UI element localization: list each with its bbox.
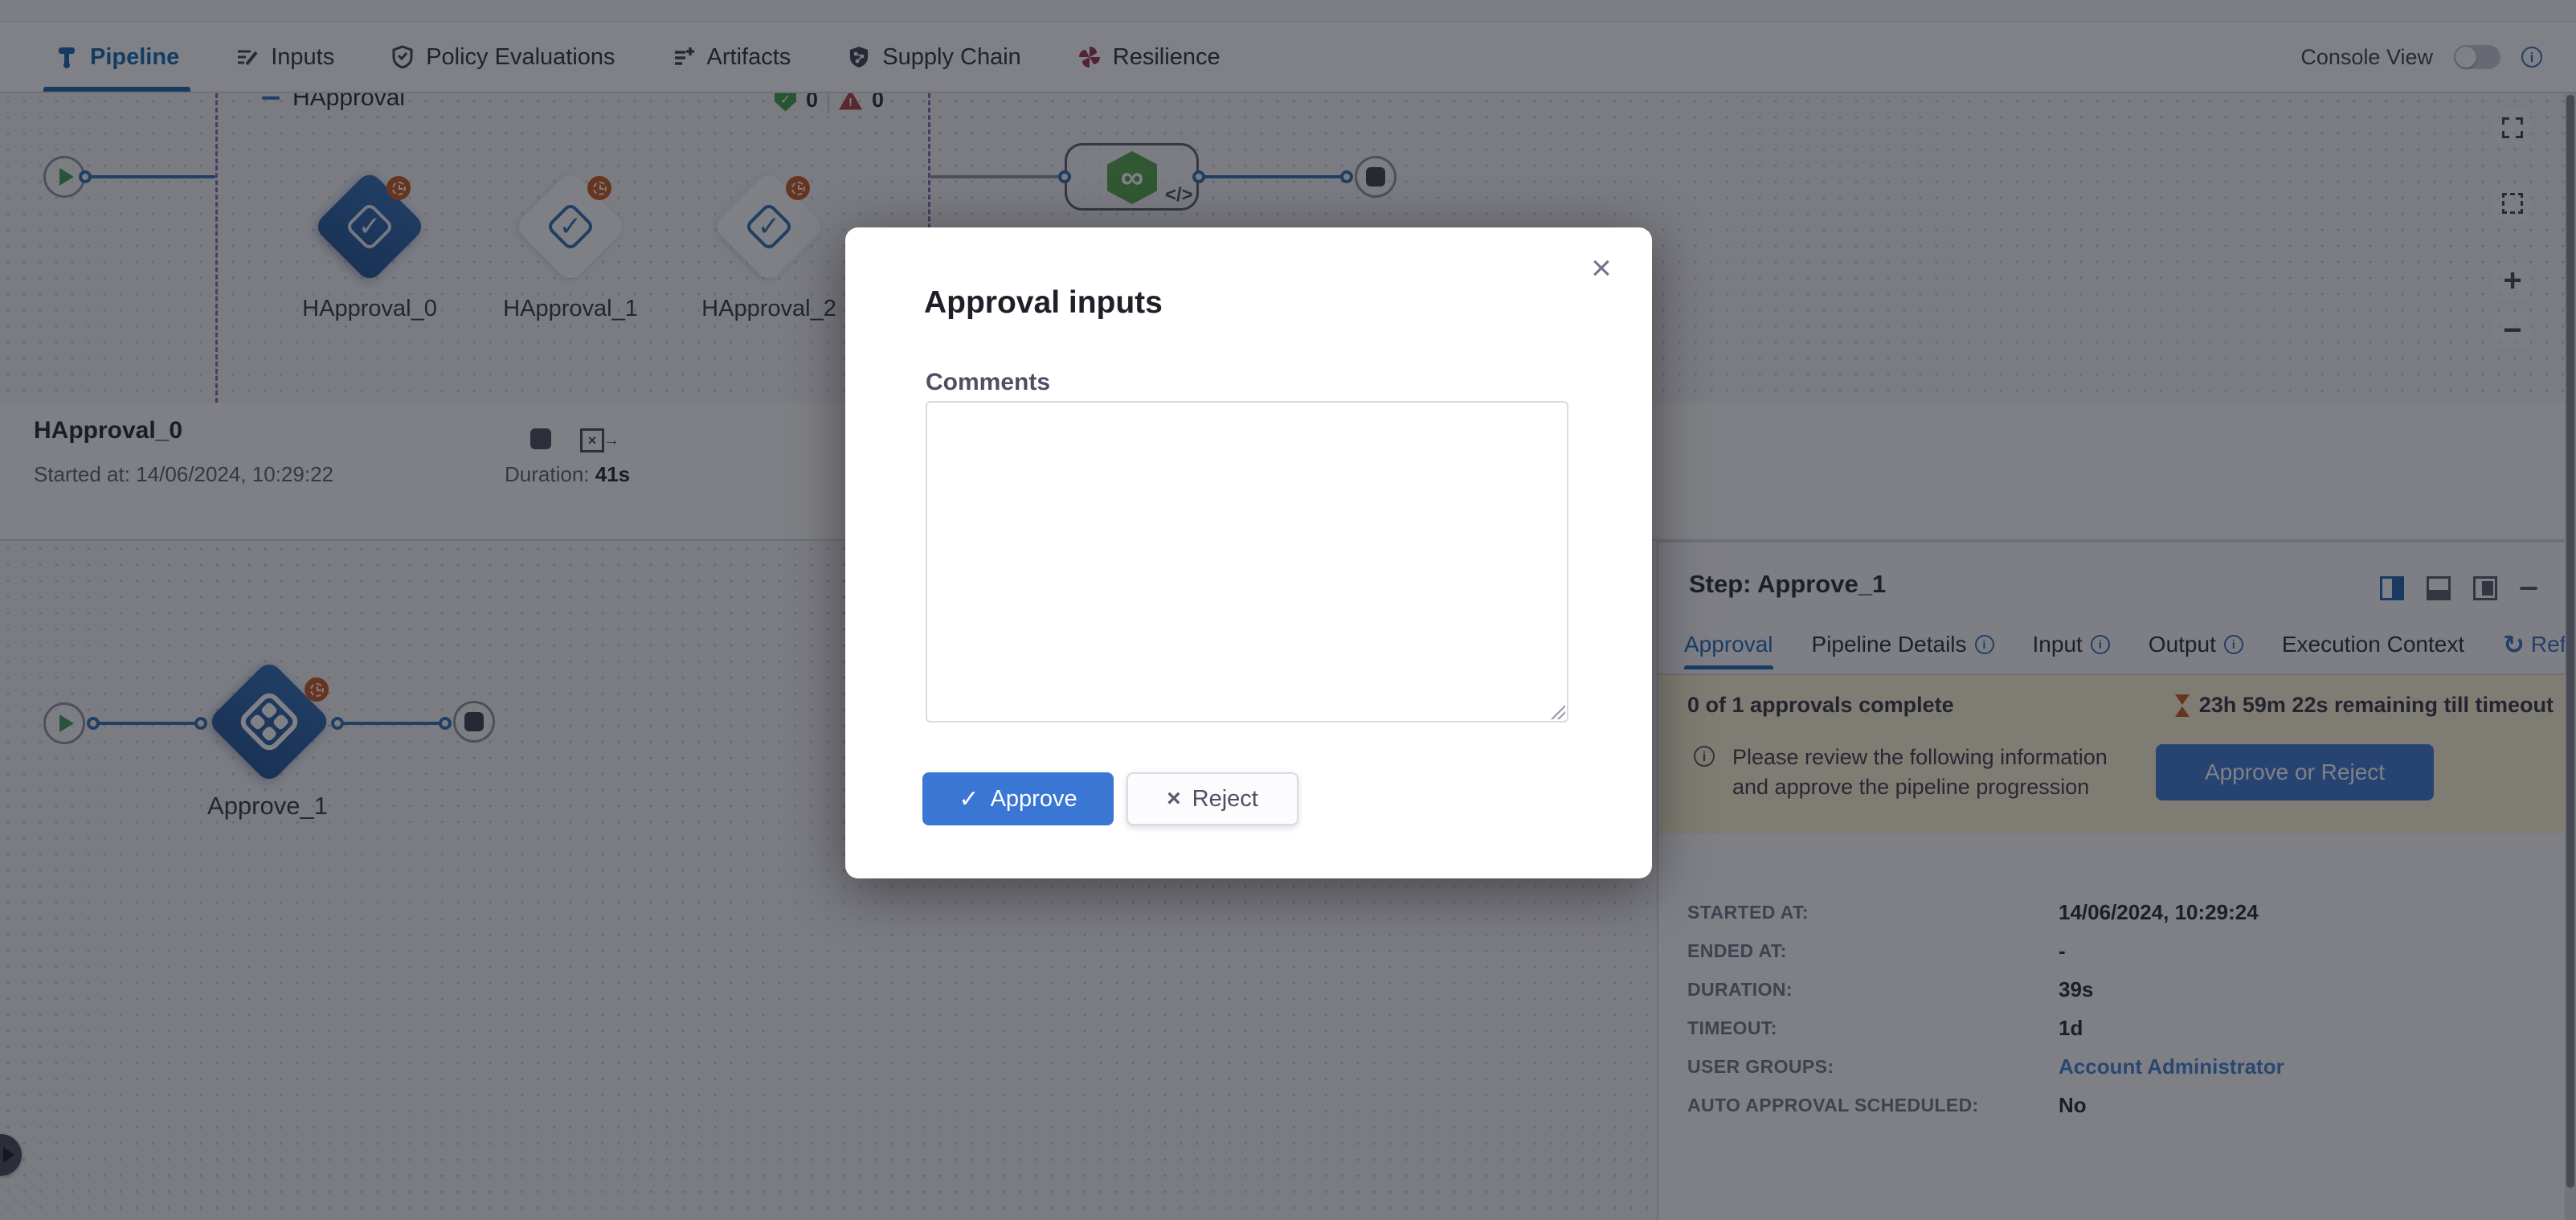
dialog-title: Approval inputs <box>924 285 1163 321</box>
comments-textarea[interactable] <box>926 401 1568 723</box>
check-icon: ✓ <box>959 785 979 813</box>
comments-label: Comments <box>926 369 1050 396</box>
app-screen: Pipeline Inputs Policy Evaluations Artif… <box>0 0 2576 1220</box>
reject-button[interactable]: × Reject <box>1126 772 1298 825</box>
close-icon[interactable]: × <box>1581 248 1621 289</box>
approve-button[interactable]: ✓ Approve <box>922 772 1114 825</box>
x-icon: × <box>1167 785 1181 813</box>
approval-inputs-dialog: × Approval inputs Comments ✓ Approve × R… <box>845 227 1652 878</box>
